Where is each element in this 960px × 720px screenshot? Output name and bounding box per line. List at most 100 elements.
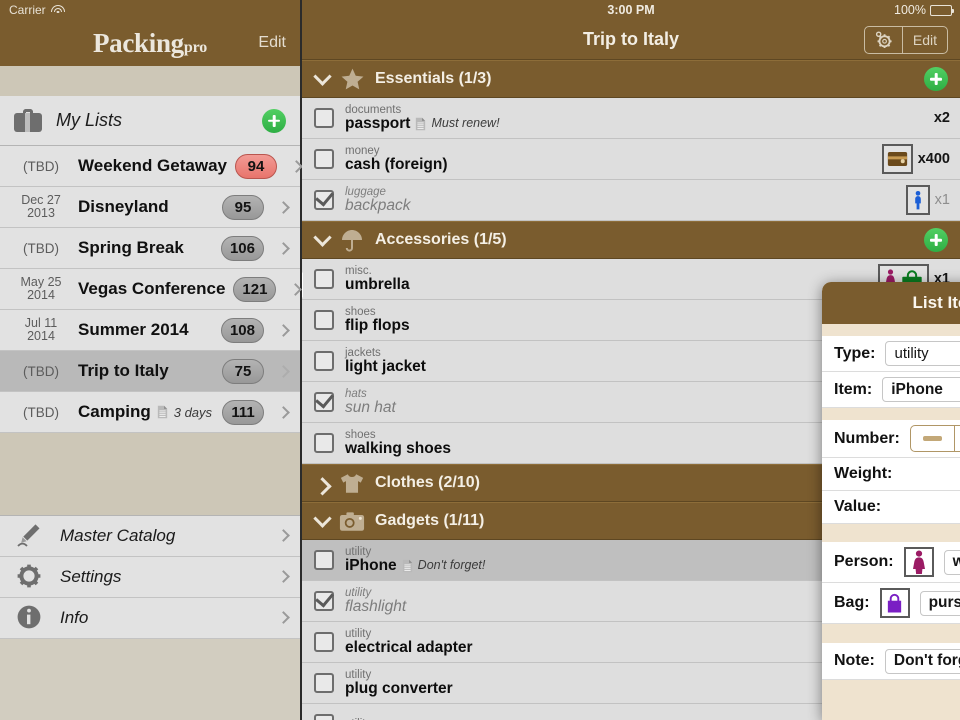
camera-icon [339, 508, 365, 534]
chevron-right-icon [277, 529, 290, 542]
item-category: documents [345, 103, 402, 116]
item-quantity: x400 [917, 151, 950, 167]
item-text: utility electrical adapter [345, 628, 883, 656]
type-input[interactable]: utility [885, 341, 960, 366]
dialog-title: List Item Detail [912, 293, 960, 312]
bag-row[interactable]: Bag: purse [822, 583, 960, 624]
list-item[interactable]: May 25 2014 Vegas Conference 121 [0, 269, 303, 310]
item-category: utility [345, 545, 372, 558]
info-icon [17, 605, 41, 628]
list-item-count-badge: 106 [220, 235, 264, 261]
sidebar-menu-item[interactable]: Settings [0, 557, 300, 598]
my-lists-label: My Lists [56, 110, 123, 130]
item-checkbox[interactable] [314, 632, 334, 652]
item-checkbox[interactable] [314, 714, 334, 720]
item-category: luggage [345, 185, 386, 198]
value-row[interactable]: Value: $ 100.00 [822, 491, 960, 524]
item-row[interactable]: luggage backpack x1 [302, 180, 960, 221]
item-checkbox[interactable] [314, 310, 334, 330]
section-header[interactable]: Accessories (1/5) [302, 221, 960, 259]
carrier-label: Carrier [9, 3, 46, 17]
list-item-title: Spring Break [78, 238, 184, 257]
dialog-band-mid2 [822, 524, 960, 542]
add-item-button[interactable] [924, 228, 948, 252]
chevron-right-icon [289, 282, 303, 296]
item-quantity: x2 [933, 110, 950, 126]
list-item[interactable]: Dec 27 2013 Disneyland 95 [0, 187, 300, 228]
item-input[interactable]: iPhone [882, 377, 960, 402]
decrement-button[interactable] [909, 425, 955, 452]
quantity-stepper: 1 [909, 425, 960, 452]
list-item-name: Disneyland [78, 197, 214, 217]
item-row[interactable]: money cash (foreign) x400 [302, 139, 960, 180]
chevron-right-icon [277, 241, 290, 255]
item-checkbox[interactable] [314, 149, 334, 169]
item-name-wrap: light jacket [345, 357, 856, 375]
chevron-right-icon[interactable] [313, 476, 332, 496]
battery-icon [930, 4, 955, 16]
chevron-down-icon[interactable] [313, 227, 332, 247]
list-item-date: Dec 27 2013 [21, 193, 61, 220]
section-header[interactable]: Essentials (1/3) [302, 60, 960, 98]
settings-gear-button[interactable] [865, 27, 902, 53]
tshirt-icon [340, 473, 364, 493]
item-checkbox[interactable] [314, 433, 334, 453]
item-checkbox[interactable] [314, 190, 334, 210]
chevron-down-icon[interactable] [313, 508, 332, 528]
item-meta: x2 [934, 110, 950, 126]
chevron-down-icon[interactable] [313, 66, 332, 86]
item-tag-box[interactable] [905, 185, 930, 215]
dialog-header: List Item Detail Save [822, 282, 960, 324]
quantity-value[interactable]: 1 [954, 425, 960, 452]
list-item[interactable]: Jul 11 2014 Summer 2014 108 [0, 310, 300, 351]
add-list-button[interactable] [262, 108, 286, 133]
chevron-right-icon [277, 405, 290, 419]
sidebar-menu-item[interactable]: Master Catalog [0, 516, 300, 557]
main-edit-button[interactable]: Edit [901, 26, 947, 53]
sidebar: Carrier Packing pro Edit My Lists (TBD) W… [0, 0, 303, 720]
item-row[interactable]: documents passport Must renew! x2 [302, 98, 960, 139]
item-name-wrap: umbrella [345, 276, 867, 293]
note-row[interactable]: Note: Don't forget! [822, 643, 960, 680]
list-item-name: Camping 3 days [78, 402, 214, 422]
list-item-date: (TBD) [23, 158, 59, 174]
dialog-band-bottom [822, 680, 960, 720]
item-tag-box[interactable] [881, 144, 913, 174]
item-checkbox[interactable] [314, 351, 334, 371]
list-item[interactable]: (TBD) Spring Break 106 [0, 228, 300, 269]
item-checkbox[interactable] [314, 108, 334, 128]
sidebar-menu-item[interactable]: Info [0, 598, 300, 639]
sidebar-menu: Master Catalog Settings Info [0, 514, 300, 639]
item-checkbox[interactable] [314, 269, 334, 289]
sidebar-menu-label: Master Catalog [60, 525, 176, 545]
list-item[interactable]: (TBD) Trip to Italy 75 [0, 351, 300, 392]
list-item-count-badge: 108 [220, 317, 264, 343]
item-name: sun hat [345, 398, 396, 416]
item-row: Item: iPhone [822, 372, 960, 408]
list-item-title: Disneyland [78, 197, 169, 216]
weight-row[interactable]: Weight: 0 lb 5 oz [822, 458, 960, 491]
item-checkbox[interactable] [314, 673, 334, 693]
star-icon [341, 68, 363, 89]
umbrella-icon [339, 227, 365, 253]
person-row[interactable]: Person: wife [822, 542, 960, 583]
chevron-right-icon [277, 611, 290, 624]
sidebar-navbar: Packing pro Edit [0, 20, 300, 66]
item-checkbox[interactable] [314, 550, 334, 570]
note-input[interactable]: Don't forget! [884, 648, 960, 674]
item-note: Must renew! [431, 116, 500, 131]
person-input[interactable]: wife [943, 549, 960, 575]
list-item[interactable]: (TBD) Camping 3 days 111 [0, 392, 300, 433]
sidebar-edit-button[interactable]: Edit [258, 34, 286, 52]
item-name: plug converter [345, 679, 453, 697]
item-name-wrap: electrical adapter [345, 639, 883, 656]
item-text: misc. umbrella [345, 265, 867, 293]
item-name: light jacket [345, 357, 426, 375]
item-checkbox[interactable] [314, 591, 334, 611]
chevron-right-icon [277, 323, 290, 337]
note-icon [416, 117, 426, 131]
item-checkbox[interactable] [314, 392, 334, 412]
add-item-button[interactable] [924, 67, 948, 91]
list-item[interactable]: (TBD) Weekend Getaway 94 [0, 146, 303, 187]
bag-input[interactable]: purse [919, 590, 960, 616]
